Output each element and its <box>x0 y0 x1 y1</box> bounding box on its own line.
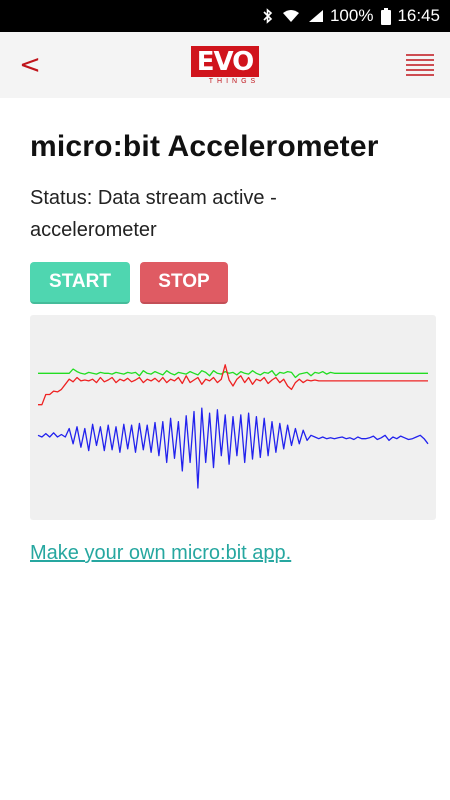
bluetooth-icon <box>262 8 274 24</box>
clock: 16:45 <box>397 6 440 25</box>
system-status-bar: 100% 16:45 <box>0 0 450 32</box>
battery-percentage: 100% <box>329 6 374 25</box>
logo-mark: EVO <box>190 45 260 77</box>
main-content: micro:bit Accelerometer Status: Data str… <box>30 98 436 565</box>
page-title: micro:bit Accelerometer <box>30 130 379 163</box>
app-bar: < EVO THINGS <box>0 32 450 98</box>
status-text: Status: Data stream active - acceleromet… <box>30 182 436 246</box>
evothings-logo: EVO THINGS <box>190 45 260 85</box>
accelerometer-chart <box>30 315 436 520</box>
menu-button[interactable] <box>390 32 450 98</box>
chart-series-line-3 <box>37 407 429 489</box>
status-line-1: Status: Data stream active - <box>30 187 277 209</box>
battery-icon <box>381 7 392 25</box>
stop-button[interactable]: STOP <box>140 262 228 304</box>
control-buttons: START STOP <box>30 262 436 304</box>
chart-series-line-2 <box>38 364 428 406</box>
wifi-icon <box>282 9 300 23</box>
start-button[interactable]: START <box>30 262 130 304</box>
status-line-2: accelerometer <box>30 219 157 241</box>
chart-series-line-1 <box>38 368 428 379</box>
hamburger-menu-icon <box>406 54 434 76</box>
logo-subtext: THINGS <box>208 77 260 85</box>
chart-svg <box>37 364 429 489</box>
back-button[interactable]: < <box>0 32 60 98</box>
signal-icon <box>308 9 324 23</box>
chevron-left-icon: < <box>19 50 41 80</box>
make-your-own-app-link[interactable]: Make your own micro:bit app. <box>30 542 291 565</box>
